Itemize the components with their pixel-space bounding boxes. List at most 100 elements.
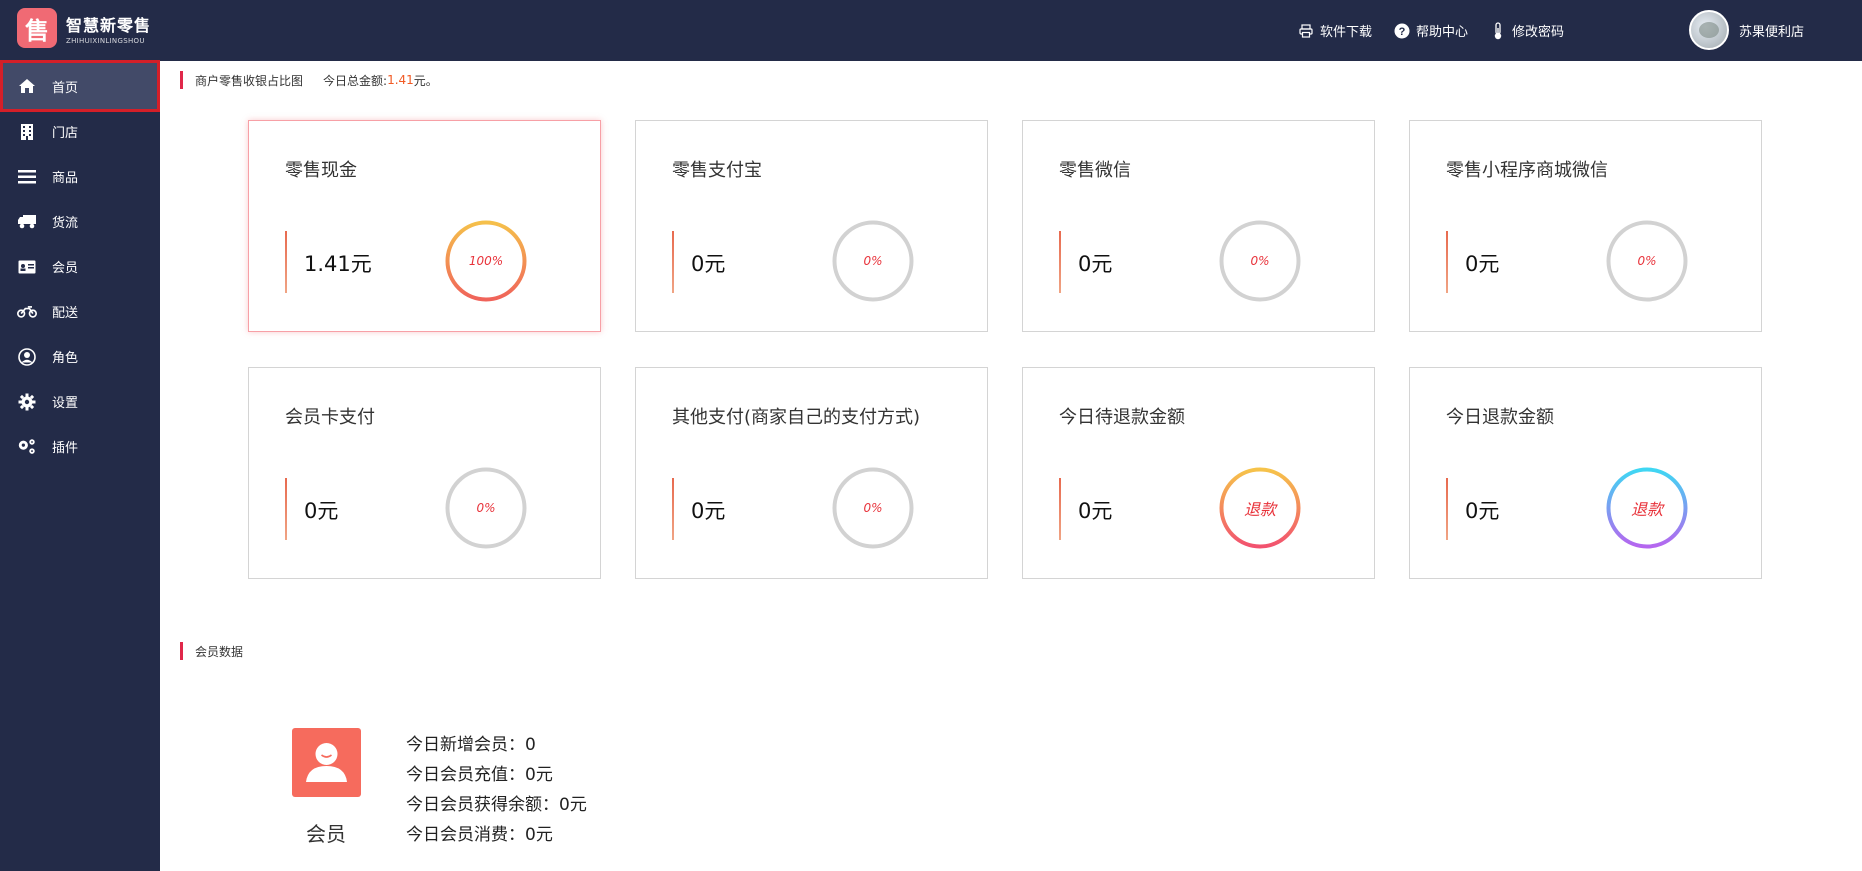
- sidebar-item-label: 门店: [52, 126, 79, 141]
- member-stats: 今日新增会员：0 今日会员充值：0元 今日会员获得余额：0元 今日会员消费：0元: [406, 730, 587, 850]
- member-avatar-icon: [292, 728, 361, 797]
- help-icon: ?: [1394, 23, 1410, 39]
- home-icon: [17, 77, 37, 95]
- ring-label: 0%: [863, 501, 883, 515]
- sidebar-item-logistics[interactable]: 货流: [0, 199, 160, 244]
- card-divider: [285, 478, 287, 540]
- sidebar-item-member[interactable]: 会员: [0, 244, 160, 289]
- card-divider: [1446, 478, 1448, 540]
- motorcycle-icon: [17, 303, 37, 321]
- card-retail-cash[interactable]: 零售现金 1.41元 100%: [248, 120, 601, 332]
- ring-label: 0%: [1250, 254, 1270, 268]
- sidebar-item-label: 配送: [52, 306, 79, 321]
- main-content: 商户零售收银占比图 今日总金额: 1.41 元。 零售现金 1.41元 100%…: [160, 61, 1862, 871]
- card-amount: 1.41元: [304, 252, 372, 276]
- card-divider: [1446, 231, 1448, 293]
- software-download-label: 软件下载: [1320, 25, 1373, 40]
- top-header: 售 智慧新零售 ZHIHUIXINLINGSHOU 软件下载 ? 帮助中心 修改…: [0, 0, 1862, 61]
- printer-icon: [1298, 23, 1314, 39]
- ring-label: 0%: [1637, 254, 1657, 268]
- total-value: 1.41: [387, 73, 414, 87]
- sidebar-item-label: 商品: [52, 171, 79, 186]
- brand-subtitle: ZHIHUIXINLINGSHOU: [66, 36, 145, 45]
- sidebar-item-delivery[interactable]: 配送: [0, 289, 160, 334]
- card-title: 今日退款金额: [1446, 407, 1554, 428]
- member-section-title: 会员数据: [195, 644, 244, 659]
- user-circle-icon: [17, 347, 37, 366]
- card-refunded-amount[interactable]: 今日退款金额 0元 退款: [1409, 367, 1762, 579]
- card-title: 零售微信: [1059, 160, 1131, 181]
- member-label: 会员: [306, 822, 346, 846]
- ring-label: 0%: [476, 501, 496, 515]
- card-title: 零售支付宝: [672, 160, 762, 181]
- ring-label: 0%: [863, 254, 883, 268]
- sidebar-item-label: 首页: [52, 80, 79, 96]
- sidebar-item-home[interactable]: 首页: [0, 60, 160, 112]
- card-divider: [672, 231, 674, 293]
- card-pending-refund[interactable]: 今日待退款金额 0元 退款: [1022, 367, 1375, 579]
- card-divider: [285, 231, 287, 293]
- ring-label: 100%: [468, 254, 504, 268]
- gear-icon: [17, 393, 37, 411]
- card-other-payment[interactable]: 其他支付(商家自己的支付方式) 0元 0%: [635, 367, 988, 579]
- total-unit: 元。: [413, 73, 438, 88]
- card-amount: 0元: [691, 252, 726, 276]
- user-name: 苏果便利店: [1738, 24, 1804, 40]
- sidebar-item-label: 货流: [52, 216, 79, 231]
- sidebar-item-goods[interactable]: 商品: [0, 154, 160, 199]
- sidebar-item-store[interactable]: 门店: [0, 109, 160, 154]
- card-amount: 0元: [691, 499, 726, 523]
- card-retail-alipay[interactable]: 零售支付宝 0元 0%: [635, 120, 988, 332]
- brand-text: 智慧新零售 ZHIHUIXINLINGSHOU: [66, 12, 151, 45]
- card-divider: [1059, 478, 1061, 540]
- stat-new-members: 今日新增会员：0: [406, 735, 536, 755]
- card-amount: 0元: [1465, 499, 1500, 523]
- card-member-card-payment[interactable]: 会员卡支付 0元 0%: [248, 367, 601, 579]
- gears-icon: [17, 438, 37, 456]
- sidebar-item-label: 插件: [52, 441, 79, 456]
- sidebar-item-settings[interactable]: 设置: [0, 379, 160, 424]
- help-center-label: 帮助中心: [1416, 25, 1469, 40]
- card-retail-wechat[interactable]: 零售微信 0元 0%: [1022, 120, 1375, 332]
- change-password-link[interactable]: 修改密码: [1490, 21, 1564, 40]
- header-links: 软件下载 ? 帮助中心 修改密码: [1298, 0, 1586, 61]
- sidebar-item-role[interactable]: 角色: [0, 334, 160, 379]
- card-title: 零售小程序商城微信: [1446, 160, 1608, 181]
- member-section-header: 会员数据: [180, 642, 243, 660]
- summary-title: 商户零售收银占比图: [195, 73, 304, 88]
- section-accent-bar: [180, 71, 183, 89]
- sidebar-item-plugins[interactable]: 插件: [0, 424, 160, 469]
- brand-logo-icon: 售: [17, 8, 57, 48]
- user-menu[interactable]: 苏果便利店: [1688, 10, 1804, 50]
- stat-member-balance-earned: 今日会员获得余额：0元: [406, 795, 587, 815]
- software-download-link[interactable]: 软件下载: [1298, 21, 1372, 40]
- truck-icon: [17, 213, 37, 231]
- card-title: 今日待退款金额: [1059, 407, 1185, 428]
- card-divider: [1059, 231, 1061, 293]
- help-center-link[interactable]: ? 帮助中心: [1394, 21, 1468, 40]
- thermometer-icon: [1490, 21, 1506, 39]
- brand[interactable]: 售 智慧新零售 ZHIHUIXINLINGSHOU: [17, 8, 151, 48]
- list-icon: [17, 168, 37, 186]
- svg-text:?: ?: [1399, 26, 1406, 38]
- ring-label: 退款: [1243, 500, 1276, 519]
- sidebar-item-label: 角色: [52, 351, 79, 366]
- total-label: 今日总金额:: [323, 73, 388, 88]
- card-divider: [672, 478, 674, 540]
- brand-name: 智慧新零售: [66, 15, 152, 35]
- stat-member-consumption: 今日会员消费：0元: [406, 825, 553, 845]
- sidebar: 首页 门店 商品 货流 会员 配送 角色 设置 插件: [0, 60, 160, 871]
- avatar[interactable]: [1688, 10, 1729, 50]
- brand-logo-char: 售: [25, 16, 49, 45]
- card-amount: 0元: [1465, 252, 1500, 276]
- card-amount: 0元: [1078, 252, 1113, 276]
- section-accent-bar: [180, 642, 183, 660]
- sidebar-item-label: 会员: [52, 261, 79, 276]
- card-retail-miniprogram-wechat[interactable]: 零售小程序商城微信 0元 0%: [1409, 120, 1762, 332]
- summary-header: 商户零售收银占比图 今日总金额: 1.41 元。: [180, 71, 438, 89]
- ring-label: 退款: [1630, 500, 1663, 519]
- card-amount: 0元: [1078, 499, 1113, 523]
- change-password-label: 修改密码: [1512, 25, 1565, 40]
- stat-member-recharge: 今日会员充值：0元: [406, 765, 553, 785]
- card-amount: 0元: [304, 499, 339, 523]
